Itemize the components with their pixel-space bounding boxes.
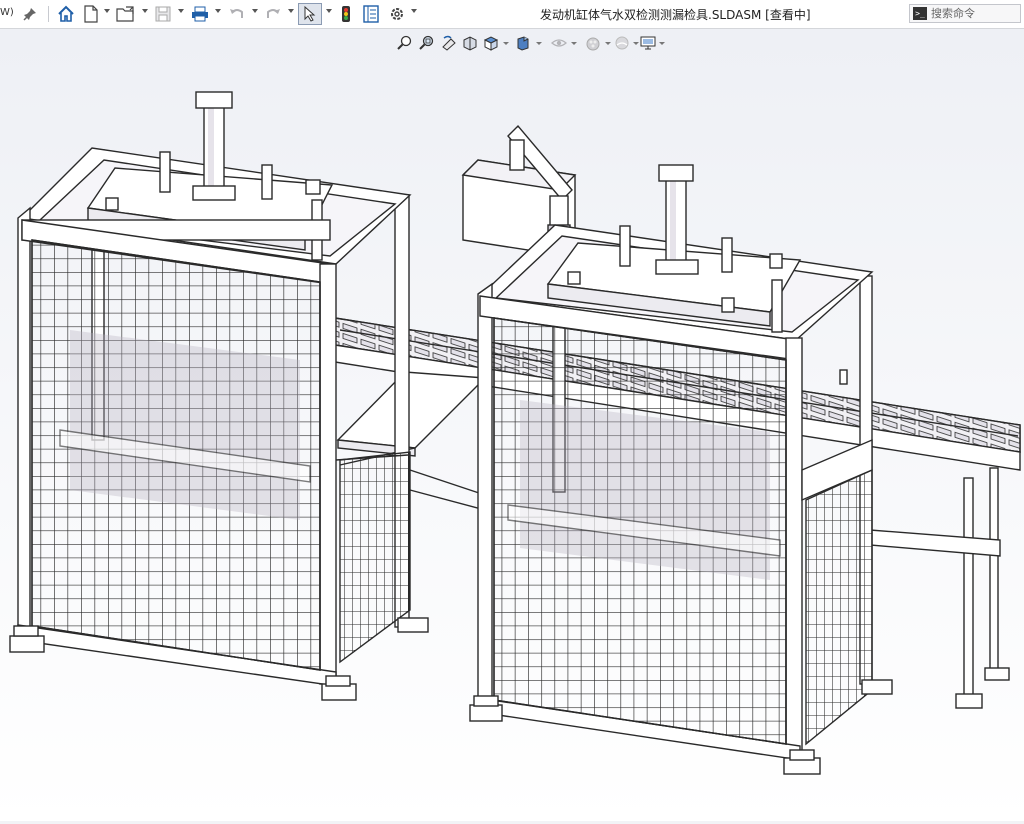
select-dropdown-arrow[interactable] — [326, 9, 332, 13]
view-orientation-dropdown[interactable] — [503, 42, 509, 45]
traffic-light-icon[interactable] — [339, 4, 353, 24]
undo-icon[interactable] — [228, 4, 246, 24]
zoom-to-fit-icon[interactable] — [397, 35, 413, 51]
assembly-model-view[interactable] — [0, 29, 1024, 821]
title-bar: W) 发动机缸体气水双检测测漏检具.SLDASM [查看中] >_ 搜索命令 — [0, 0, 1024, 29]
edit-appearance-dropdown[interactable] — [605, 42, 611, 45]
hide-show-icon[interactable] — [551, 35, 567, 51]
document-title: 发动机缸体气水双检测测漏检具.SLDASM [查看中] — [540, 8, 811, 22]
apply-scene-icon[interactable] — [614, 35, 630, 51]
pin-icon[interactable] — [22, 4, 38, 24]
search-commands-box[interactable]: >_ — [909, 4, 1021, 23]
view-settings-dropdown[interactable] — [659, 42, 665, 45]
hide-show-dropdown[interactable] — [571, 42, 577, 45]
open-folder-icon[interactable] — [116, 4, 136, 24]
apply-scene-dropdown[interactable] — [633, 42, 639, 45]
print-dropdown-arrow[interactable] — [215, 9, 221, 13]
display-style-dropdown[interactable] — [536, 42, 542, 45]
redo-icon[interactable] — [264, 4, 282, 24]
options-dropdown-arrow[interactable] — [411, 9, 417, 13]
save-icon[interactable] — [154, 4, 172, 24]
view-settings-icon[interactable] — [640, 35, 656, 51]
menu-stub[interactable]: W) — [0, 7, 14, 18]
command-prompt-icon: >_ — [913, 7, 927, 20]
zoom-to-area-icon[interactable] — [419, 35, 435, 51]
search-input[interactable] — [931, 7, 1019, 20]
save-dropdown-arrow[interactable] — [178, 9, 184, 13]
display-style-icon[interactable] — [515, 35, 531, 51]
open-dropdown-arrow[interactable] — [142, 9, 148, 13]
print-icon[interactable] — [190, 4, 210, 24]
redo-dropdown-arrow[interactable] — [288, 9, 294, 13]
edit-appearance-icon[interactable] — [585, 35, 601, 51]
new-document-icon[interactable] — [83, 4, 99, 24]
options-gear-icon[interactable] — [388, 4, 406, 24]
previous-view-icon[interactable] — [441, 35, 457, 51]
new-dropdown-arrow[interactable] — [104, 9, 110, 13]
file-properties-icon[interactable] — [362, 4, 380, 24]
home-icon[interactable] — [56, 4, 76, 24]
select-cursor-icon[interactable] — [298, 3, 322, 25]
undo-dropdown-arrow[interactable] — [252, 9, 258, 13]
section-view-icon[interactable] — [462, 35, 478, 51]
graphics-viewport[interactable] — [0, 29, 1024, 821]
toolbar-separator — [48, 6, 49, 22]
view-orientation-icon[interactable] — [483, 35, 499, 51]
